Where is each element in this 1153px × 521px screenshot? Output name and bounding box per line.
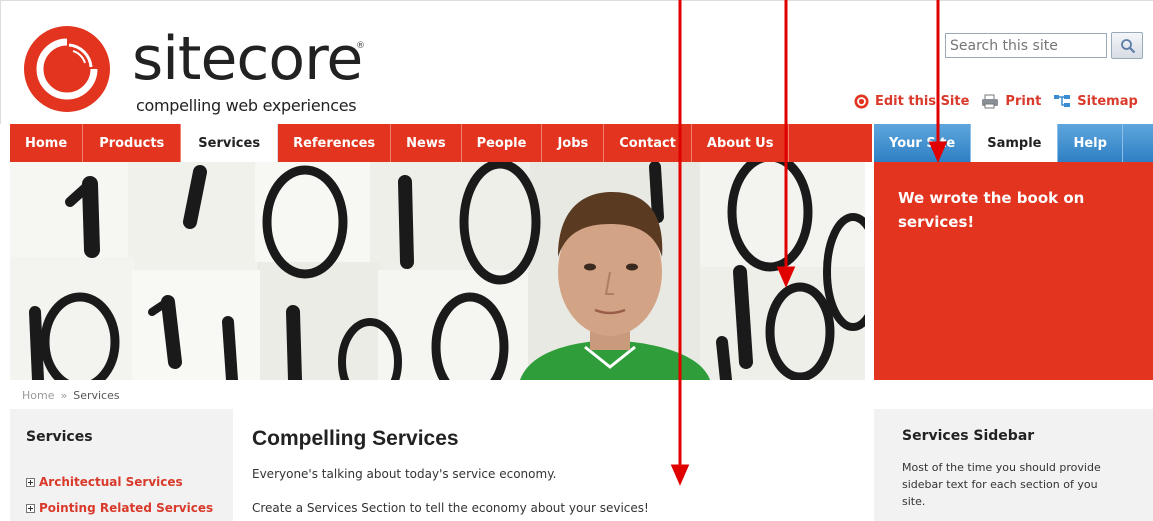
annotation-arrowhead-3	[928, 141, 948, 163]
annotation-arrows	[670, 0, 948, 486]
annotation-arrowhead-2	[776, 266, 796, 288]
annotation-arrowhead-1	[670, 464, 690, 486]
